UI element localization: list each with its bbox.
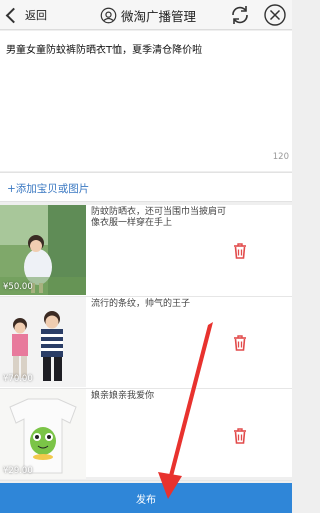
- header-bar: 返回 微淘广播管理: [0, 0, 292, 30]
- publish-label: 发布: [136, 494, 156, 506]
- broadcast-icon: [100, 7, 117, 23]
- item-description: 防蚊防晒衣，还可当围巾当披肩可像衣服一样穿在手上: [91, 207, 227, 228]
- product-thumbnail: ¥50.00: [0, 205, 86, 295]
- page-title-text: 微淘广播管理: [121, 8, 197, 24]
- add-item-link[interactable]: +添加宝贝或图片: [7, 181, 89, 196]
- post-text-content: 男童女童防蚊裤防晒衣T恤，夏季清仓降价啦: [6, 45, 203, 56]
- product-thumbnail: ¥70.00: [0, 297, 86, 387]
- item-description: 娘亲娘亲我爱你: [91, 391, 155, 401]
- product-thumbnail: ¥29.00: [0, 389, 86, 479]
- post-text-area[interactable]: 男童女童防蚊裤防晒衣T恤，夏季清仓降价啦 120: [0, 31, 292, 171]
- publish-button[interactable]: 发布: [0, 483, 292, 513]
- chevron-left-icon: [5, 7, 22, 23]
- list-item[interactable]: ¥70.00 流行的条纹，帅气的王子: [0, 297, 292, 389]
- list-item[interactable]: ¥50.00 防蚊防晒衣，还可当围巾当披肩可像衣服一样穿在手上: [0, 205, 292, 297]
- item-price: ¥29.00: [3, 466, 33, 476]
- item-price: ¥70.00: [3, 374, 33, 384]
- back-label: 返回: [25, 9, 47, 22]
- add-item-row: +添加宝贝或图片: [0, 172, 292, 202]
- back-button[interactable]: 返回: [3, 4, 47, 26]
- item-description: 流行的条纹，帅气的王子: [91, 299, 191, 309]
- trash-icon[interactable]: [232, 427, 248, 445]
- trash-icon[interactable]: [232, 242, 248, 260]
- list-item[interactable]: ¥29.00 娘亲娘亲我爱你: [0, 389, 292, 481]
- trash-icon[interactable]: [232, 334, 248, 352]
- item-price: ¥50.00: [3, 282, 33, 292]
- item-list: ¥50.00 防蚊防晒衣，还可当围巾当披肩可像衣服一样穿在手上 ¥70.00 流…: [0, 205, 292, 481]
- char-count: 120: [272, 152, 289, 162]
- page-title: 微淘广播管理: [100, 5, 196, 25]
- close-icon[interactable]: [263, 3, 287, 27]
- refresh-icon[interactable]: [228, 3, 252, 27]
